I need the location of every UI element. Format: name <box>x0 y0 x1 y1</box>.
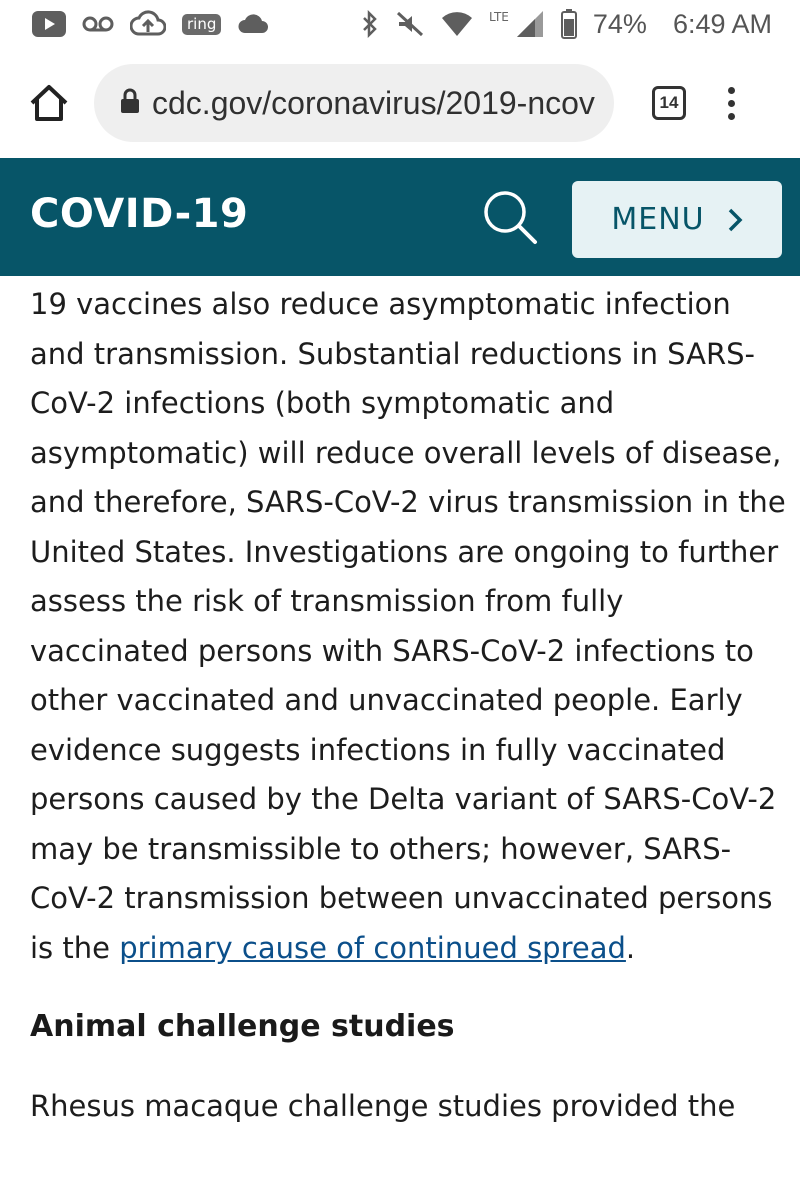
status-bar-notifications: ring <box>32 10 269 38</box>
youtube-icon <box>32 11 66 37</box>
menu-label: MENU <box>611 202 705 237</box>
next-paragraph: Rhesus macaque challenge studies provide… <box>30 1089 736 1123</box>
clock: 6:49 AM <box>672 8 772 39</box>
status-bar: ring LTE 74% 6:49 AM <box>0 0 800 48</box>
article-content: 19 vaccines also reduce asymptomatic inf… <box>30 280 790 1131</box>
section-heading: Animal challenge studies <box>30 1009 455 1044</box>
cloud-upload-icon <box>130 10 166 38</box>
site-title[interactable]: COVID-19 <box>30 191 248 237</box>
paragraph-text: 19 vaccines also reduce asymptomatic inf… <box>30 287 786 965</box>
browser-toolbar: cdc.gov/coronavirus/2019-ncov 14 <box>0 48 800 158</box>
cloud-icon <box>237 13 269 35</box>
paragraph-end: . <box>625 930 636 965</box>
menu-button[interactable]: MENU <box>572 181 782 258</box>
signal-icon <box>515 10 545 38</box>
bluetooth-icon <box>361 10 379 38</box>
url-bar[interactable]: cdc.gov/coronavirus/2019-ncov <box>94 64 614 142</box>
wifi-icon <box>441 11 473 37</box>
status-bar-system: LTE 74% 6:49 AM <box>361 9 772 40</box>
home-button[interactable] <box>24 78 74 128</box>
more-vert-icon <box>728 86 735 94</box>
site-header: COVID-19 MENU <box>0 158 800 276</box>
network-type: LTE <box>488 10 509 24</box>
tab-switcher-button[interactable]: 14 <box>652 86 686 120</box>
article-paragraph: 19 vaccines also reduce asymptomatic inf… <box>30 280 790 973</box>
search-button[interactable] <box>480 188 540 248</box>
ring-icon: ring <box>182 13 222 35</box>
home-icon <box>30 85 68 121</box>
voicemail-icon <box>82 15 114 33</box>
url-text[interactable]: cdc.gov/coronavirus/2019-ncov <box>152 85 595 122</box>
battery-icon <box>560 9 577 39</box>
battery-percent: 74% <box>592 8 647 39</box>
chevron-right-icon <box>728 208 743 231</box>
mute-icon <box>395 10 425 38</box>
primary-cause-link[interactable]: primary cause of continued spread <box>119 931 626 965</box>
overflow-menu-button[interactable] <box>728 86 735 120</box>
lock-icon <box>120 88 140 118</box>
search-icon <box>484 191 537 244</box>
